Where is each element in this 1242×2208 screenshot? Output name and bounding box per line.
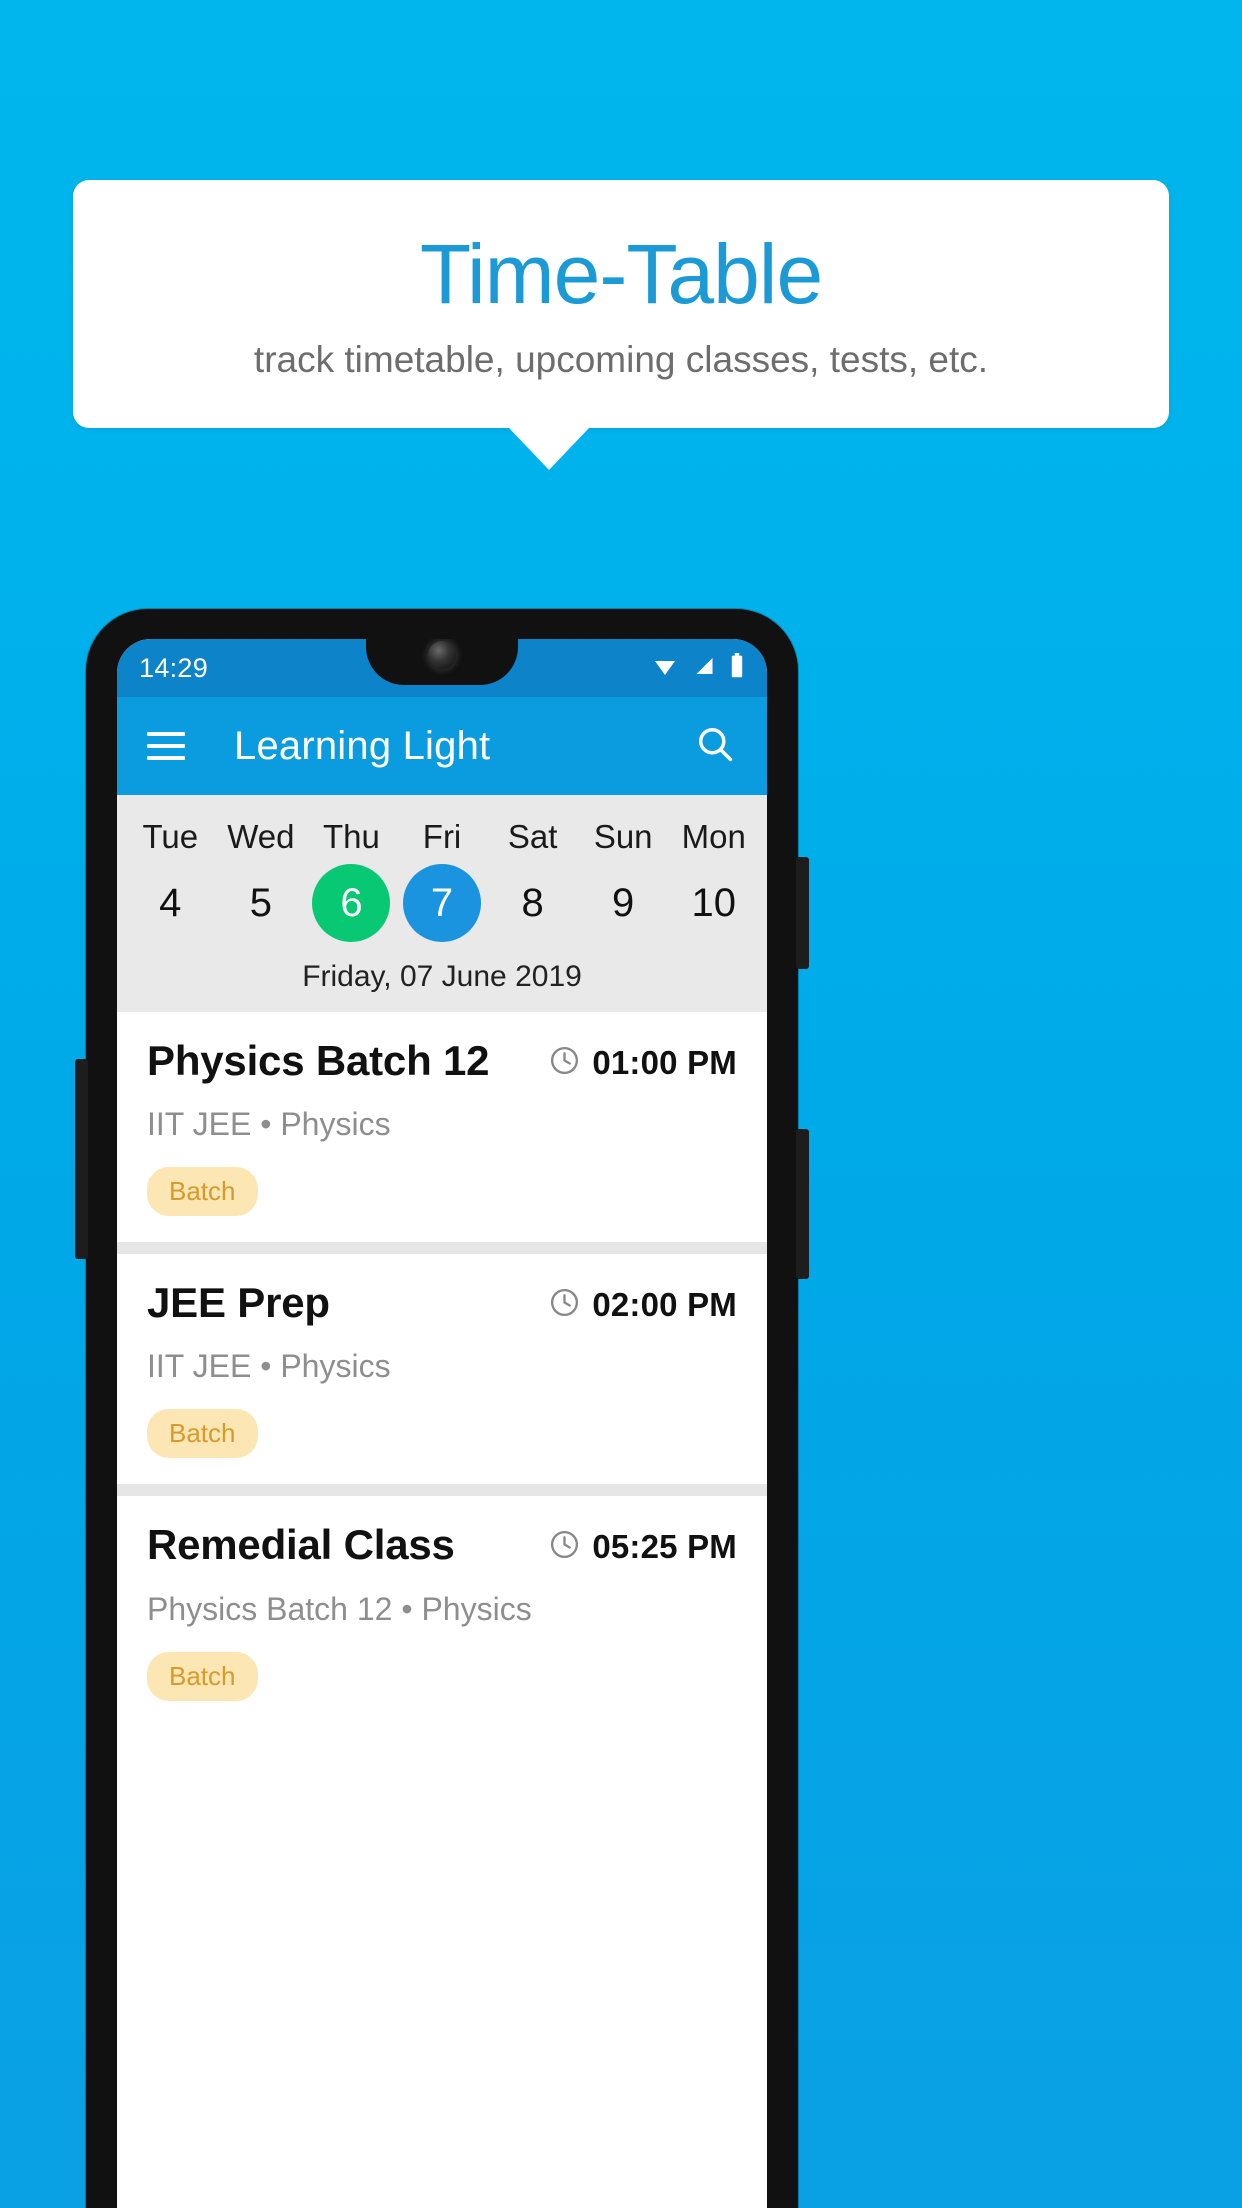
status-bar: 14:29 — [117, 639, 767, 697]
phone-power-button — [796, 857, 809, 969]
clock-icon — [548, 1528, 581, 1566]
status-badge: Batch — [147, 1409, 258, 1459]
class-card-header: Remedial Class 05:25 PM — [147, 1522, 737, 1568]
class-badge-row: Batch — [147, 1385, 737, 1459]
clock-icon — [548, 1044, 581, 1082]
calendar-day-name: Sun — [593, 818, 653, 855]
class-subtitle: Physics Batch 12 • Physics — [147, 1590, 532, 1627]
promo-bubble-tail — [509, 428, 589, 471]
class-subtitle: IIT JEE • Physics — [147, 1348, 391, 1385]
calendar-day-name: Mon — [681, 818, 746, 855]
status-badge: Batch — [147, 1651, 258, 1701]
calendar-date-cell[interactable]: 5 — [216, 864, 307, 942]
calendar-day-name: Wed — [227, 818, 295, 855]
calendar-day-name: Sat — [507, 818, 558, 855]
status-bar-clock: 14:29 — [139, 652, 209, 683]
app-bar: Learning Light — [117, 697, 767, 795]
class-card-header: JEE Prep 02:00 PM — [147, 1279, 737, 1327]
calendar-date-cell[interactable]: 4 — [125, 864, 216, 942]
calendar-day-name: Thu — [323, 818, 380, 855]
calendar-date-cell-today[interactable]: 6 — [306, 864, 397, 942]
calendar-date-number: 4 — [159, 881, 182, 925]
calendar-date-cell[interactable]: 8 — [487, 864, 578, 942]
class-title: Remedial Class — [147, 1521, 455, 1569]
promo-subtitle: track timetable, upcoming classes, tests… — [253, 339, 989, 380]
calendar-cell[interactable]: Sat — [487, 809, 578, 860]
class-time: 02:00 PM — [592, 1286, 737, 1324]
phone-notch — [366, 639, 518, 685]
phone-volume-button — [796, 1129, 809, 1279]
list-item[interactable]: Physics Batch 12 01:00 PM IIT JEE • Phys… — [117, 1012, 767, 1243]
list-item[interactable]: Remedial Class 05:25 PM Physics Batch 12… — [117, 1496, 767, 1727]
search-icon[interactable] — [693, 722, 737, 771]
status-bar-icons — [650, 652, 745, 684]
class-time-group: 05:25 PM — [548, 1522, 737, 1566]
calendar-day-names: Tue Wed Thu Fri Sat Sun Mon — [117, 809, 767, 860]
calendar-date-number: 5 — [249, 881, 272, 925]
phone-screen: 14:29 Learning Light Tue Wed Thu Fri Sat… — [117, 639, 767, 2208]
calendar-date-cell-selected[interactable]: 7 — [397, 864, 488, 942]
selected-date-label: Friday, 07 June 2019 — [302, 960, 582, 993]
hamburger-line — [147, 732, 185, 736]
calendar-cell[interactable]: Wed — [216, 809, 307, 860]
calendar-date-number: 10 — [691, 881, 737, 925]
class-list: Physics Batch 12 01:00 PM IIT JEE • Phys… — [117, 1012, 767, 1727]
calendar-day-name: Fri — [422, 818, 462, 855]
phone-mockup: 14:29 Learning Light Tue Wed Thu Fri Sat… — [75, 609, 809, 2208]
class-card-header: Physics Batch 12 01:00 PM — [147, 1037, 737, 1084]
class-title: JEE Prep — [147, 1279, 330, 1327]
app-title: Learning Light — [234, 723, 491, 768]
class-subtitle: IIT JEE • Physics — [147, 1106, 391, 1143]
calendar-week-strip: Tue Wed Thu Fri Sat Sun Mon 4 5 6 7 8 9 … — [117, 795, 767, 1012]
class-time: 01:00 PM — [592, 1044, 737, 1081]
battery-icon — [729, 652, 745, 684]
calendar-date-cell[interactable]: 10 — [668, 864, 759, 942]
wifi-icon — [650, 654, 680, 683]
promo-callout: Time-Table track timetable, upcoming cla… — [73, 180, 1169, 471]
class-badge-row: Batch — [147, 1628, 737, 1701]
promo-bubble: Time-Table track timetable, upcoming cla… — [73, 180, 1169, 429]
class-time-group: 02:00 PM — [548, 1280, 737, 1324]
calendar-date-cell[interactable]: 9 — [578, 864, 669, 942]
calendar-cell[interactable]: Thu — [306, 809, 397, 860]
calendar-date-number: 7 — [403, 864, 482, 942]
calendar-date-number: 6 — [312, 864, 391, 942]
hamburger-menu-icon[interactable] — [147, 732, 185, 760]
hamburger-line — [147, 756, 185, 760]
calendar-day-numbers: 4 5 6 7 8 9 10 — [117, 860, 767, 948]
calendar-date-number: 9 — [612, 881, 635, 925]
signal-icon — [691, 654, 718, 683]
front-camera — [428, 641, 456, 669]
list-item[interactable]: JEE Prep 02:00 PM IIT JEE • Physics Batc — [117, 1254, 767, 1485]
promo-title: Time-Table — [419, 227, 823, 321]
class-time-group: 01:00 PM — [548, 1038, 737, 1082]
calendar-cell[interactable]: Sun — [578, 809, 669, 860]
calendar-cell[interactable]: Mon — [668, 809, 759, 860]
calendar-day-name: Tue — [142, 818, 199, 855]
status-badge: Batch — [147, 1167, 258, 1217]
calendar-date-number: 8 — [521, 881, 544, 925]
calendar-cell[interactable]: Fri — [397, 809, 488, 860]
class-time: 05:25 PM — [592, 1528, 737, 1566]
hamburger-line — [147, 744, 185, 748]
class-badge-row: Batch — [147, 1143, 737, 1217]
calendar-cell[interactable]: Tue — [125, 809, 216, 860]
clock-icon — [548, 1286, 581, 1324]
class-title: Physics Batch 12 — [147, 1037, 490, 1084]
phone-side-button — [75, 1059, 88, 1259]
